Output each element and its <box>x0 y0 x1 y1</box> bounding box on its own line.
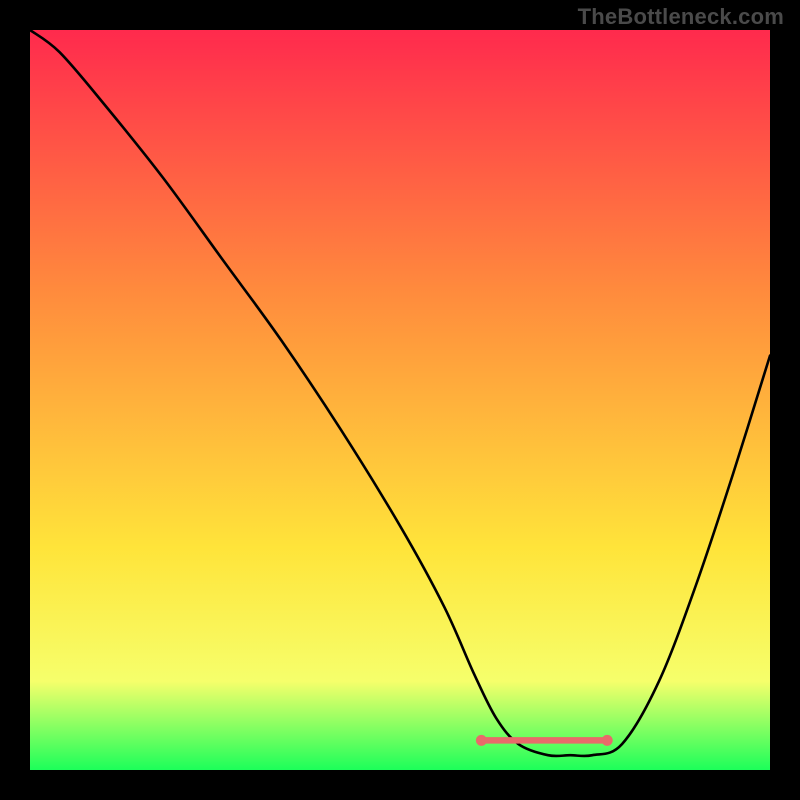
highlight-dot-right <box>602 735 613 746</box>
watermark-label: TheBottleneck.com <box>578 4 784 30</box>
highlight-dot-left <box>476 735 487 746</box>
gradient-background <box>30 30 770 770</box>
plot-svg <box>30 30 770 770</box>
bottleneck-chart: TheBottleneck.com <box>0 0 800 800</box>
plot-area <box>30 30 770 770</box>
